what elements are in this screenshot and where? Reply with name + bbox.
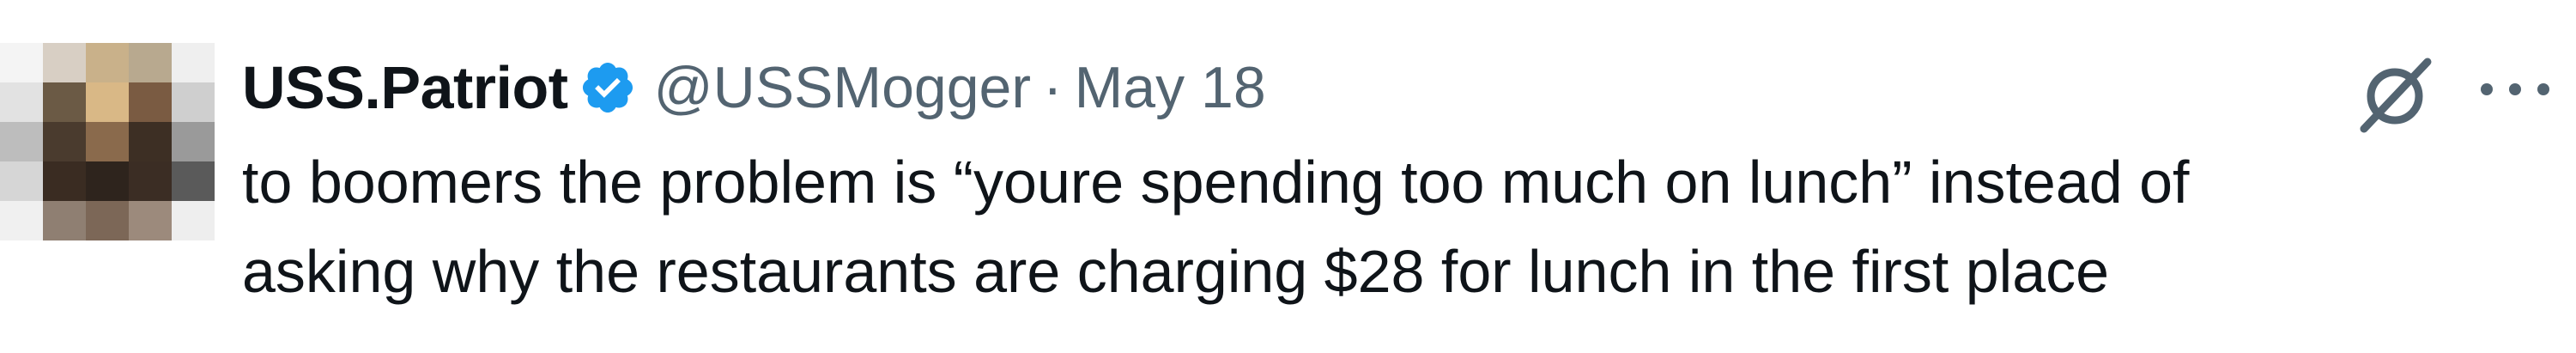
user-handle[interactable]: @USSMogger [654,54,1031,121]
tweet[interactable]: USS.Patriot @USSMogger · May 18 to boome… [0,0,2576,353]
tweet-date[interactable]: May 18 [1075,54,1266,121]
avatar-pixel [86,161,129,201]
avatar[interactable] [0,43,215,240]
avatar-pixel [129,43,172,82]
more-options-icon[interactable] [2481,72,2549,107]
avatar-pixel [86,43,129,82]
separator-dot: · [1043,55,1063,120]
avatar-pixel [86,82,129,122]
avatar-pixel [172,122,215,161]
avatar-pixel [0,122,43,161]
avatar-pixel [172,201,215,240]
more-dot [2509,83,2521,95]
avatar-pixel [86,201,129,240]
verified-badge-icon [582,62,633,113]
avatar-pixel [129,161,172,201]
more-dot [2537,83,2549,95]
avatar-pixel [129,122,172,161]
avatar-pixel [0,161,43,201]
avatar-pixel [0,201,43,240]
avatar-pixel [43,201,86,240]
avatar-pixel [86,122,129,161]
more-dot [2481,83,2493,95]
avatar-pixel [172,82,215,122]
tweet-text-line: to boomers the problem is “youre spendin… [242,149,2190,216]
avatar-pixel [0,43,43,82]
avatar-pixel [172,43,215,82]
tweet-text: to boomers the problem is “youre spendin… [242,137,2543,316]
avatar-pixel [43,82,86,122]
grok-icon[interactable] [2352,52,2438,137]
avatar-pixel [129,82,172,122]
avatar-pixel [0,82,43,122]
avatar-pixel [129,201,172,240]
avatar-pixel [43,43,86,82]
tweet-header: USS.Patriot @USSMogger · May 18 [242,45,1266,131]
avatar-pixel [43,161,86,201]
avatar-pixel [172,161,215,201]
avatar-pixel [43,122,86,161]
tweet-text-line: asking why the restaurants are charging … [242,238,2110,305]
display-name[interactable]: USS.Patriot [242,53,568,122]
